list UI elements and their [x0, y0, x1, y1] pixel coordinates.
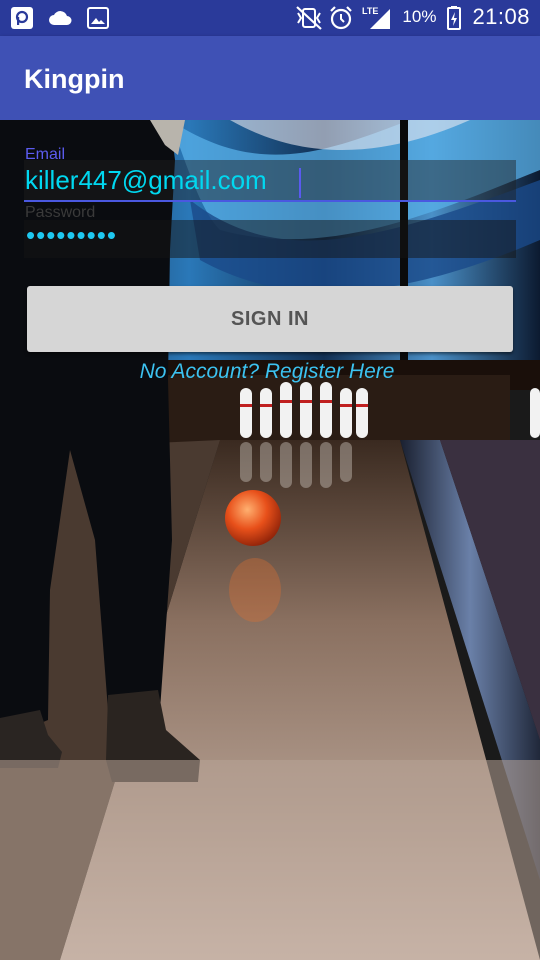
vibrate-mute-icon — [294, 5, 323, 30]
app-bar: Kingpin — [0, 36, 540, 120]
image-icon — [86, 6, 110, 30]
battery-icon — [446, 5, 462, 30]
battery-percent: 10% — [402, 7, 437, 26]
email-field[interactable]: killer447@gmail.com — [24, 160, 516, 200]
password-value: ••••••••• — [26, 220, 117, 250]
signal-icon: LTE — [362, 5, 392, 29]
clock: 21:08 — [472, 4, 530, 29]
text-caret — [299, 168, 301, 198]
sign-in-button[interactable]: SIGN IN — [27, 286, 513, 352]
app-title: Kingpin — [24, 64, 125, 94]
svg-text:LTE: LTE — [362, 6, 378, 16]
register-link[interactable]: No Account? Register Here — [0, 360, 534, 384]
alarm-icon — [328, 5, 353, 30]
notification-icon — [10, 6, 34, 30]
email-value: killer447@gmail.com — [25, 165, 267, 195]
password-field[interactable]: ••••••••• — [24, 220, 516, 258]
email-underline — [24, 200, 516, 202]
status-bar: LTE 10% 21:08 — [0, 0, 540, 36]
cloud-icon — [48, 6, 72, 30]
